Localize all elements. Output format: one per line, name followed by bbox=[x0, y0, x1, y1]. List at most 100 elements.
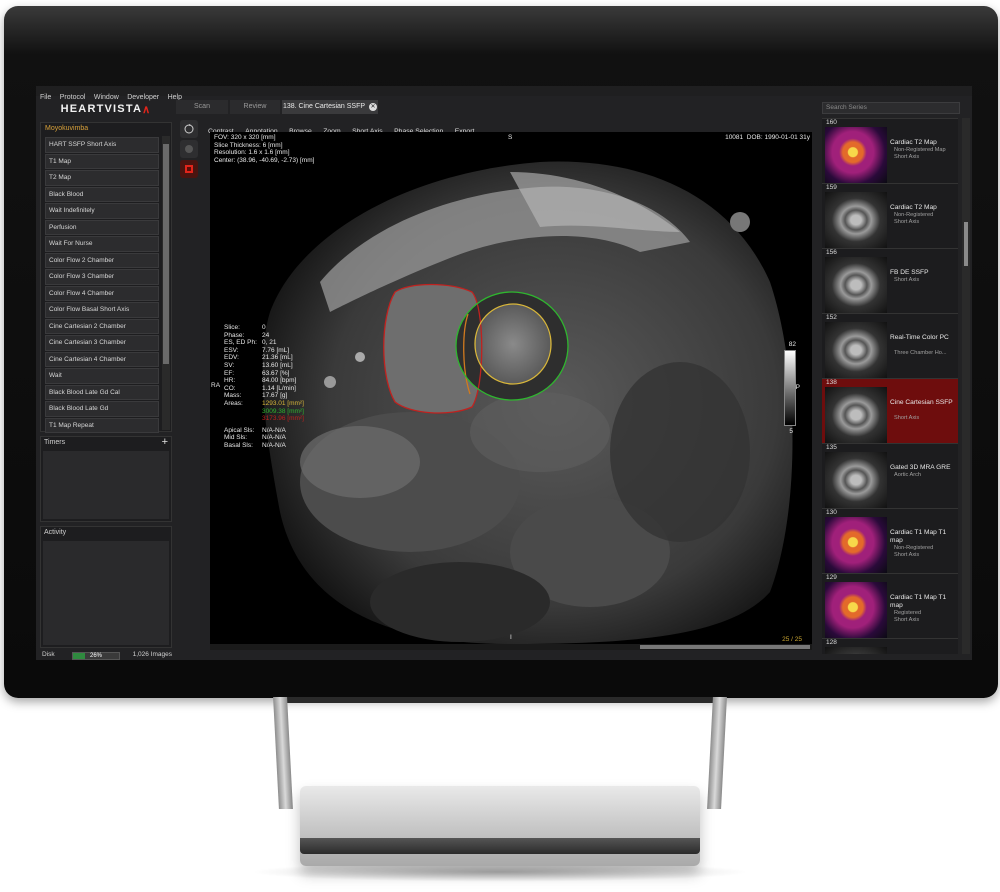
measurement-value: N/A-N/A bbox=[262, 426, 286, 434]
measurement-label: ES, ED Ph: bbox=[224, 339, 257, 347]
protocol-item[interactable]: Wait For Nurse bbox=[45, 236, 159, 252]
stand-hinge bbox=[286, 697, 714, 703]
series-thumbnail bbox=[825, 322, 887, 378]
series-item[interactable]: 160 Cardiac T2 Map Non-Registered Map Short… bbox=[822, 118, 958, 183]
tab-review[interactable]: Review bbox=[230, 100, 280, 114]
protocol-item[interactable]: Wait Indefinitely bbox=[45, 203, 159, 219]
measurement-row: Mid Sls: N/A-N/A bbox=[224, 434, 304, 442]
record-tool-icon[interactable] bbox=[180, 140, 198, 158]
series-scroll-thumb[interactable] bbox=[964, 222, 968, 266]
series-item[interactable]: 159 Cardiac T2 Map Non-Registered Short Axi… bbox=[822, 183, 958, 248]
measurement-row: EDV: 21.36 [mL] bbox=[224, 354, 304, 362]
protocol-item[interactable]: Cine Cartesian 2 Chamber bbox=[45, 318, 159, 334]
frame-scroll-thumb[interactable] bbox=[640, 645, 810, 649]
menu-bar: File Protocol Window Developer Help bbox=[36, 86, 972, 101]
series-thumbnail bbox=[825, 257, 887, 313]
measurement-value: 63.67 [%] bbox=[262, 369, 290, 377]
series-item[interactable]: 135 Gated 3D MRA GRE Aortic Arch bbox=[822, 443, 958, 508]
disk-label: Disk bbox=[42, 651, 55, 658]
tab-series-138[interactable]: 138. Cine Cartesian SSFP ✕ bbox=[282, 100, 378, 114]
series-item[interactable]: 129 Cardiac T1 Map T1 map Registered Short … bbox=[822, 573, 958, 638]
patient-info: 10081 DOB: 1990-01-01 31y bbox=[725, 134, 810, 141]
series-name: FB DE SSFP bbox=[890, 269, 929, 276]
activity-body bbox=[43, 541, 169, 645]
series-subtitle: Short Axis bbox=[894, 617, 920, 623]
measurement-value: 17.67 [g] bbox=[262, 392, 288, 400]
protocol-item[interactable]: T1 Map bbox=[45, 153, 159, 169]
measurement-label: CO: bbox=[224, 384, 236, 392]
protocol-list: Moyokuvimba HART SSFP Short Axis T1 Map T2… bbox=[40, 122, 172, 433]
protocol-item[interactable]: Cine Cartesian 4 Chamber bbox=[45, 351, 159, 367]
measurement-label: Phase: bbox=[224, 331, 245, 339]
stop-tool-icon[interactable] bbox=[180, 160, 198, 178]
measurement-label bbox=[224, 415, 262, 423]
series-item[interactable]: 128 bbox=[822, 638, 958, 654]
series-item[interactable]: 152 Real-Time Color PC Three Chamber Ho... bbox=[822, 313, 958, 378]
mri-viewport[interactable]: FOV: 320 x 320 [mm] Slice Thickness: 6 [… bbox=[210, 132, 812, 644]
measurement-label: ESV: bbox=[224, 346, 239, 354]
timers-panel: Timers + bbox=[40, 436, 172, 522]
protocol-item[interactable]: Color Flow 2 Chamber bbox=[45, 252, 159, 268]
tab-scan[interactable]: Scan bbox=[176, 100, 228, 114]
tab-scan-label: Scan bbox=[194, 103, 210, 110]
protocol-item[interactable]: Color Flow 3 Chamber bbox=[45, 269, 159, 285]
protocol-item[interactable]: Black Blood Late Gd Cal bbox=[45, 384, 159, 400]
measurement-row: Apical Sls: N/A-N/A bbox=[224, 427, 304, 435]
measurement-label: Basal Sls: bbox=[224, 441, 253, 449]
colorbar-min: 5 bbox=[789, 428, 793, 435]
measurement-value: 24 bbox=[262, 331, 270, 339]
tool-column bbox=[180, 120, 206, 180]
protocol-item[interactable]: T1 Map Repeat bbox=[45, 417, 159, 433]
protocol-item[interactable]: Black Blood Late Gd bbox=[45, 401, 159, 417]
measurement-row: ESV: 7.76 [mL] bbox=[224, 347, 304, 355]
measurement-label: Areas: bbox=[224, 399, 243, 407]
measurement-value: 1293.01 [mm²] bbox=[262, 399, 304, 407]
series-thumbnail bbox=[825, 192, 887, 248]
series-thumbnail bbox=[825, 452, 887, 508]
protocol-item[interactable]: Perfusion bbox=[45, 219, 159, 235]
frame-scrollbar[interactable] bbox=[210, 644, 812, 650]
series-subtitle: Aortic Arch bbox=[894, 472, 922, 478]
colorbar-max: 82 bbox=[788, 341, 796, 348]
measurement-value: 3009.38 [mm²] bbox=[262, 407, 304, 415]
series-item[interactable]: 156 FB DE SSFP Short Axis bbox=[822, 248, 958, 313]
measurement-label: HR: bbox=[224, 377, 236, 385]
series-subtitle: Non-Registered bbox=[894, 212, 934, 218]
frame-counter: 25 / 25 bbox=[782, 636, 802, 644]
series-panel: Search Series 160 Cardiac T2 Map Non-Regis… bbox=[822, 102, 972, 656]
series-search-input[interactable]: Search Series bbox=[822, 102, 960, 114]
series-number: 128 bbox=[826, 639, 837, 646]
measurement-row: SV: 13.60 [mL] bbox=[224, 362, 304, 370]
logo-text: HEARTVISTA bbox=[60, 103, 143, 115]
series-number: 160 bbox=[826, 119, 837, 126]
series-number: 138 bbox=[826, 379, 837, 386]
series-scrollbar[interactable] bbox=[962, 118, 970, 654]
measurement-row: Areas: 1293.01 [mm²] bbox=[224, 400, 304, 408]
colorbar bbox=[784, 350, 796, 426]
series-subtitle: Short Axis bbox=[894, 415, 920, 421]
series-item[interactable]: 138 Cine Cartesian SSFP Short Axis bbox=[822, 378, 958, 443]
measurement-row: Slice: 0 bbox=[224, 324, 304, 332]
series-name: Cine Cartesian SSFP bbox=[890, 399, 953, 406]
tab-series-label: 138. Cine Cartesian SSFP bbox=[282, 103, 366, 110]
add-timer-icon[interactable]: + bbox=[162, 436, 168, 448]
series-name: Cardiac T2 Map bbox=[890, 139, 937, 146]
measurement-row: 3009.38 [mm²] bbox=[224, 408, 304, 416]
measurement-row: ES, ED Ph: 0, 21 bbox=[224, 339, 304, 347]
protocol-scroll-thumb[interactable] bbox=[163, 144, 169, 364]
rotate-tool-icon[interactable] bbox=[180, 120, 198, 138]
series-name: Cardiac T1 Map T1 map bbox=[890, 594, 947, 609]
protocol-item[interactable]: Wait bbox=[45, 368, 159, 384]
protocol-item[interactable]: Color Flow 4 Chamber bbox=[45, 285, 159, 301]
protocol-scrollbar[interactable] bbox=[162, 136, 170, 430]
protocol-item[interactable]: HART SSFP Short Axis bbox=[45, 137, 159, 153]
measurement-label: Mass: bbox=[224, 392, 242, 400]
viewer-area: Scan Review 138. Cine Cartesian SSFP✕ Co… bbox=[176, 100, 816, 656]
close-tab-icon[interactable]: ✕ bbox=[369, 103, 378, 111]
protocol-item[interactable]: T2 Map bbox=[45, 170, 159, 186]
protocol-item[interactable]: Black Blood bbox=[45, 186, 159, 202]
protocol-item[interactable]: Color Flow Basal Short Axis bbox=[45, 302, 159, 318]
protocol-item[interactable]: Cine Cartesian 3 Chamber bbox=[45, 335, 159, 351]
series-name: Cardiac T2 Map bbox=[890, 204, 937, 211]
series-item[interactable]: 130 Cardiac T1 Map T1 map Non-Registered Sh… bbox=[822, 508, 958, 573]
